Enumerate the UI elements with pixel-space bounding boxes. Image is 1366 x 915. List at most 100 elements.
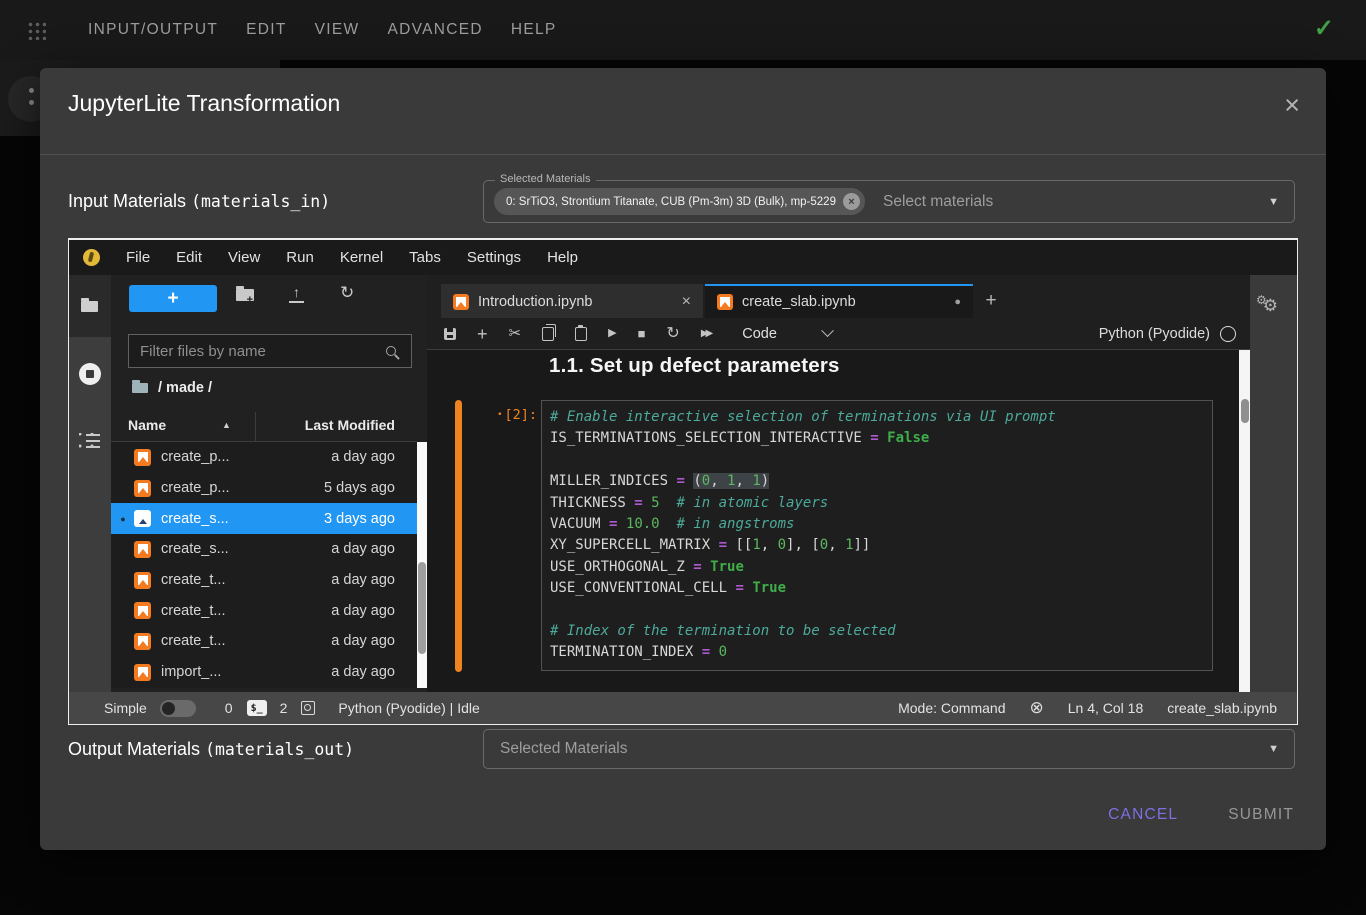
column-header-modified[interactable]: Last Modified: [305, 417, 395, 433]
jupyter-menu-help[interactable]: Help: [534, 249, 591, 266]
paste-icon[interactable]: [575, 327, 587, 341]
breadcrumb-folder-icon[interactable]: [132, 383, 148, 393]
new-launcher-button[interactable]: +: [129, 285, 217, 312]
code-line: USE_CONVENTIONAL_CELL = True: [550, 578, 1204, 599]
topbar-item-input-output[interactable]: INPUT/OUTPUT: [88, 21, 218, 39]
jupyter-menu-tabs[interactable]: Tabs: [396, 249, 454, 266]
file-row[interactable]: create_p...5 days ago: [111, 473, 417, 504]
cut-icon[interactable]: ✂: [509, 326, 522, 341]
remove-chip-icon[interactable]: [843, 193, 860, 210]
cell-collapser[interactable]: [455, 400, 462, 672]
file-row[interactable]: create_t...a day ago: [111, 595, 417, 626]
jupyter-menu-kernel[interactable]: Kernel: [327, 249, 396, 266]
copy-icon[interactable]: [542, 327, 554, 341]
cursor-position: Ln 4, Col 18: [1068, 700, 1144, 716]
file-list-scrollbar[interactable]: [417, 442, 427, 688]
header-divider: [40, 154, 1326, 155]
activity-bar: [69, 275, 111, 692]
output-materials-select[interactable]: Selected Materials: [483, 729, 1295, 769]
file-row[interactable]: create_p...a day ago: [111, 442, 417, 473]
file-browser-folder-icon[interactable]: [81, 301, 98, 312]
file-modified: a day ago: [331, 664, 417, 680]
cell-type-dropdown[interactable]: Code: [742, 326, 832, 342]
new-folder-icon[interactable]: +: [236, 288, 254, 306]
kernel-status-text[interactable]: Python (Pyodide) | Idle: [338, 700, 479, 716]
shield-x-icon[interactable]: [1030, 698, 1044, 718]
jupyter-menu-run[interactable]: Run: [273, 249, 327, 266]
filter-files-input[interactable]: Filter files by name: [128, 334, 412, 368]
topbar-item-edit[interactable]: EDIT: [246, 21, 287, 39]
topbar-item-advanced[interactable]: ADVANCED: [387, 21, 482, 39]
gears-icon[interactable]: [1256, 293, 1278, 316]
upload-icon[interactable]: [289, 285, 304, 303]
file-row[interactable]: create_s...a day ago: [111, 534, 417, 565]
file-name: create_p...: [161, 480, 230, 496]
kernel-indicator[interactable]: Python (Pyodide): [1099, 326, 1238, 342]
refresh-icon[interactable]: [340, 283, 354, 303]
material-chip[interactable]: 0: SrTiO3, Strontium Titanate, CUB (Pm-3…: [494, 188, 865, 215]
code-line: XY_SUPERCELL_MATRIX = [[1, 0], [0, 1]]: [550, 535, 1204, 556]
code-cell-editor[interactable]: # Enable interactive selection of termin…: [541, 400, 1213, 671]
dropdown-arrow-icon[interactable]: [1268, 196, 1279, 208]
column-divider: [255, 412, 256, 442]
input-materials-label-text: Input Materials: [68, 191, 191, 212]
jupyter-menu-view[interactable]: View: [215, 249, 273, 266]
cancel-button[interactable]: CANCEL: [1108, 806, 1178, 824]
toggle-knob: [162, 702, 175, 715]
terminal-icon[interactable]: $_: [247, 700, 267, 716]
modal-footer: CANCEL SUBMIT: [1108, 806, 1294, 824]
close-tab-icon[interactable]: [682, 293, 691, 311]
output-materials-label: Output Materials (materials_out): [68, 729, 354, 769]
jupyter-menu-settings[interactable]: Settings: [454, 249, 534, 266]
tab-create-slab-ipynb[interactable]: create_slab.ipynb: [705, 284, 973, 318]
open-file-dot-icon: ●: [116, 514, 130, 524]
submit-button[interactable]: SUBMIT: [1228, 806, 1294, 824]
jupyter-menu-edit[interactable]: Edit: [163, 249, 215, 266]
simple-toggle[interactable]: [160, 700, 196, 717]
file-row[interactable]: import_...a day ago: [111, 657, 417, 688]
selected-materials-legend: Selected Materials: [495, 173, 596, 185]
code-line: VACUUM = 10.0 # in angstroms: [550, 514, 1204, 535]
stop-icon[interactable]: ■: [638, 327, 646, 340]
save-icon[interactable]: [444, 328, 456, 340]
breadcrumb[interactable]: / made /: [132, 380, 212, 396]
file-row[interactable]: ●create_s...3 days ago: [111, 503, 417, 534]
add-tab-button[interactable]: +: [975, 284, 1007, 318]
run-icon[interactable]: ▶: [608, 328, 616, 339]
file-row[interactable]: create_t...a day ago: [111, 565, 417, 596]
table-of-contents-icon[interactable]: [79, 433, 100, 448]
restart-icon[interactable]: ↻: [666, 326, 679, 342]
file-row[interactable]: create_t...a day ago: [111, 626, 417, 657]
input-materials-label: Input Materials (materials_in): [68, 180, 330, 222]
confirm-check-icon[interactable]: [1314, 14, 1334, 43]
sort-ascending-icon[interactable]: [222, 420, 231, 430]
cell-execution-prompt: •[2]:: [457, 407, 537, 423]
kernels-count[interactable]: 2: [280, 700, 288, 716]
topbar-item-help[interactable]: HELP: [511, 21, 557, 39]
file-name: create_t...: [161, 603, 225, 619]
column-header-name[interactable]: Name: [128, 417, 166, 433]
add-cell-icon[interactable]: +: [477, 325, 488, 343]
jupyter-menu-file[interactable]: File: [113, 249, 163, 266]
jupyterlite-frame: FileEditViewRunKernelTabsSettingsHelp + …: [68, 238, 1298, 725]
running-sessions-icon[interactable]: [79, 363, 101, 385]
dropdown-arrow-icon[interactable]: [1268, 743, 1279, 755]
input-materials-select[interactable]: Selected Materials 0: SrTiO3, Strontium …: [483, 180, 1295, 223]
tab-introduction-ipynb[interactable]: Introduction.ipynb: [441, 284, 703, 318]
notebook-heading: 1.1. Set up defect parameters: [549, 354, 840, 378]
topbar-item-view[interactable]: VIEW: [315, 21, 360, 39]
tab-list: Introduction.ipynbcreate_slab.ipynb: [441, 284, 975, 318]
jupyterlite-logo-icon: [83, 249, 100, 266]
app-logo-dots-icon[interactable]: [26, 20, 46, 40]
notebook-file-icon: [134, 480, 151, 497]
kernel-name: Python (Pyodide): [1099, 326, 1210, 342]
file-list-scrollbar-thumb[interactable]: [418, 562, 426, 654]
run-all-icon[interactable]: ▶▶: [701, 329, 710, 339]
file-name: create_s...: [161, 541, 229, 557]
notebook-scrollbar-thumb[interactable]: [1241, 399, 1249, 423]
terminals-count[interactable]: 0: [225, 700, 233, 716]
notebook-scrollbar[interactable]: [1239, 350, 1250, 692]
code-line: [550, 450, 1204, 471]
kernel-chip-icon[interactable]: [301, 701, 315, 715]
close-icon[interactable]: [1284, 92, 1300, 119]
